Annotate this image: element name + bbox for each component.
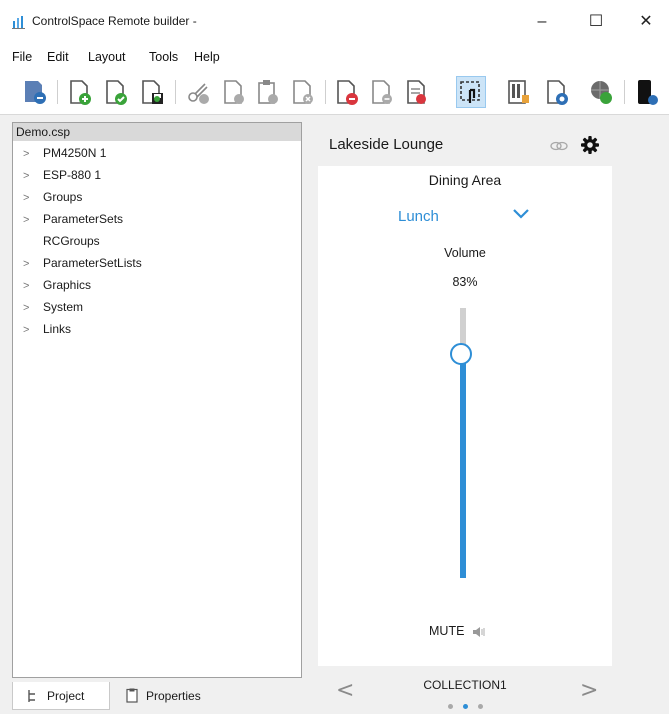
tab-properties-label: Properties: [146, 689, 201, 703]
maximize-button[interactable]: ☐: [573, 8, 619, 36]
menu-bar: File Edit Layout Tools Help: [0, 44, 669, 70]
paste-icon[interactable]: [255, 78, 281, 106]
volume-slider[interactable]: [450, 308, 472, 578]
menu-file[interactable]: File: [12, 50, 32, 64]
tree-item-label: RCGroups: [43, 234, 100, 248]
properties-icon: [126, 688, 138, 703]
select-touch-icon[interactable]: [458, 78, 484, 106]
area-name: Dining Area: [428, 172, 502, 188]
layout-grid-icon[interactable]: [505, 78, 531, 106]
remote-preview: Dining Area Lunch Volume 83% MUTE: [318, 166, 612, 666]
tree-item-label: PM4250N 1: [43, 146, 107, 160]
chevron-right-icon[interactable]: >: [13, 188, 39, 208]
chevron-right-icon[interactable]: >: [13, 276, 39, 296]
preset-select[interactable]: Lunch: [398, 208, 439, 225]
toolbar-separator: [325, 80, 326, 104]
cut-icon[interactable]: [185, 78, 211, 106]
panel-tabs: Project Properties: [12, 680, 302, 714]
chevron-right-icon[interactable]: >: [13, 166, 39, 186]
toolbar-separator: [57, 80, 58, 104]
volume-slider-thumb[interactable]: [450, 343, 472, 365]
app-settings-icon[interactable]: [22, 78, 48, 106]
tree-item-pm4250n[interactable]: > PM4250N 1: [13, 143, 106, 163]
page-dot[interactable]: [462, 704, 468, 709]
project-tree-icon: [28, 690, 35, 702]
tree-item-label: System: [43, 300, 84, 314]
menu-help[interactable]: Help: [194, 50, 220, 64]
chevron-right-icon[interactable]: >: [13, 210, 39, 230]
collection-name: COLLECTION1: [423, 678, 507, 692]
tab-project[interactable]: Project: [12, 682, 110, 710]
tree-item-graphics[interactable]: > Graphics: [13, 275, 91, 295]
toolbar-separator: [624, 80, 625, 104]
tree-item-label: ESP-880 1: [43, 168, 102, 182]
toolbar: [0, 70, 669, 115]
edit-red-icon[interactable]: [404, 78, 430, 106]
add-blue-icon[interactable]: [544, 78, 570, 106]
tab-properties[interactable]: Properties: [120, 682, 230, 710]
save-icon[interactable]: [139, 78, 165, 106]
menu-layout[interactable]: Layout: [88, 50, 126, 64]
tree-item-system[interactable]: > System: [13, 297, 83, 317]
tree-item-label: Graphics: [43, 278, 92, 292]
delete-icon[interactable]: [290, 78, 316, 106]
volume-value: 83%: [452, 275, 478, 289]
open-icon[interactable]: [103, 78, 129, 106]
app-logo-icon: [12, 16, 25, 29]
chevron-right-icon[interactable]: >: [13, 298, 39, 318]
mute-button[interactable]: MUTE: [429, 624, 486, 639]
speaker-icon: [472, 626, 485, 637]
page-dot[interactable]: [477, 704, 483, 709]
minimize-button[interactable]: –: [519, 8, 565, 36]
close-button[interactable]: ✕: [623, 8, 669, 36]
chevron-right-icon[interactable]: >: [13, 254, 39, 274]
gear-icon[interactable]: [580, 135, 600, 155]
chevron-right-icon[interactable]: >: [13, 320, 39, 340]
tree-item-links[interactable]: > Links: [13, 319, 71, 339]
zone-title: Lakeside Lounge: [329, 136, 444, 153]
globe-icon[interactable]: [588, 78, 614, 106]
link-icon[interactable]: [550, 140, 568, 152]
collection-nav: < COLLECTION1 >: [318, 668, 612, 714]
tree-item-groups[interactable]: > Groups: [13, 187, 82, 207]
tree-item-rcgroups[interactable]: RCGroups: [13, 231, 100, 251]
tree-item-parametersetlists[interactable]: > ParameterSetLists: [13, 253, 142, 273]
chevron-right-icon[interactable]: >: [13, 144, 39, 164]
tree-item-parametersets[interactable]: > ParameterSets: [13, 209, 123, 229]
remove-grey-icon[interactable]: [369, 78, 395, 106]
title-bar: ControlSpace Remote builder - – ☐ ✕: [0, 0, 669, 44]
menu-edit[interactable]: Edit: [47, 50, 69, 64]
tree-item-esp880[interactable]: > ESP-880 1: [13, 165, 101, 185]
page-dot[interactable]: [447, 704, 453, 709]
menu-tools[interactable]: Tools: [149, 50, 178, 64]
tree-item-label: Groups: [43, 190, 83, 204]
tree-item-label: ParameterSets: [43, 212, 124, 226]
mute-label: MUTE: [429, 624, 465, 638]
volume-slider-fill: [460, 354, 466, 578]
next-page-arrow-icon[interactable]: >: [580, 678, 598, 703]
volume-label: Volume: [444, 246, 486, 260]
window-title: ControlSpace Remote builder -: [32, 14, 197, 28]
tree-item-label: Links: [43, 322, 72, 336]
device-preview-icon[interactable]: [634, 78, 660, 106]
toolbar-separator: [175, 80, 176, 104]
preview-header: Lakeside Lounge: [318, 126, 612, 164]
tab-project-label: Project: [47, 689, 85, 703]
remove-red-icon[interactable]: [334, 78, 360, 106]
tree-item-label: ParameterSetLists: [43, 256, 142, 270]
chevron-down-icon[interactable]: [510, 202, 532, 224]
project-tree-panel: Demo.csp > PM4250N 1 > ESP-880 1 > Groups >…: [12, 122, 302, 678]
page-indicator: [318, 698, 612, 712]
new-page-icon[interactable]: [67, 78, 93, 106]
tree-root-item[interactable]: Demo.csp: [13, 123, 301, 141]
copy-icon[interactable]: [221, 78, 247, 106]
